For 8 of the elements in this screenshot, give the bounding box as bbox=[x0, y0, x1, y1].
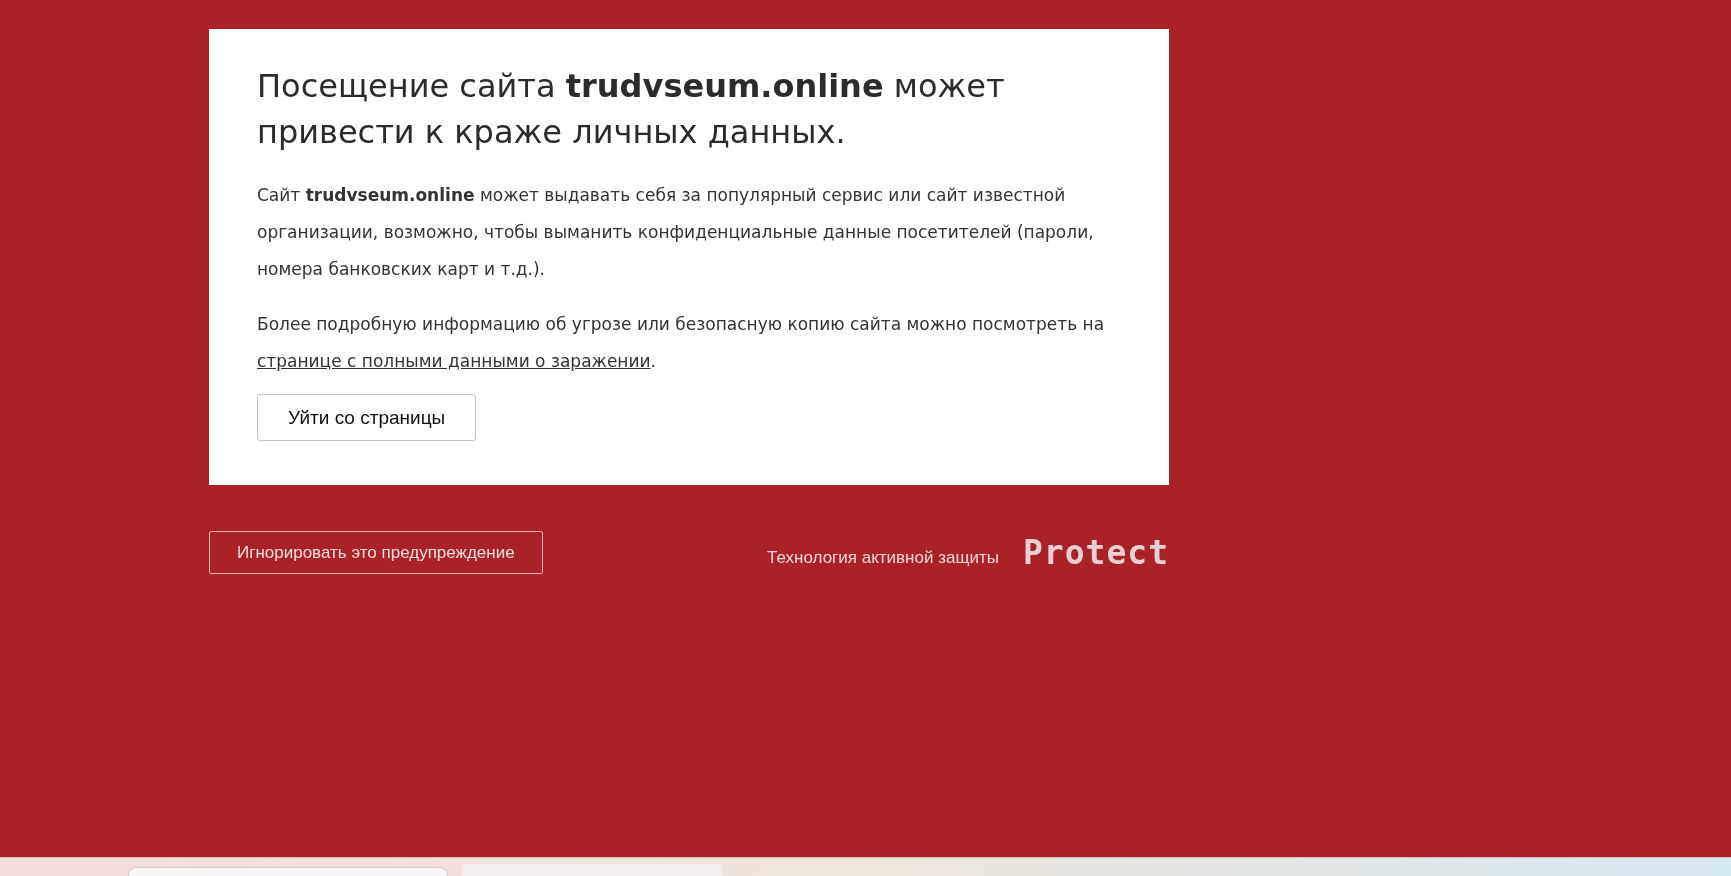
leave-page-button[interactable]: Уйти со страницы bbox=[257, 394, 477, 441]
details-text: Более подробную информацию об угрозе или безопасную копию сайта можно посмотреть на странице с полными данными о заражении. bbox=[257, 313, 1106, 373]
tagline: Технология активной защиты bbox=[767, 546, 999, 568]
infection-details-link[interactable]: странице с полными данными о заражении bbox=[257, 351, 651, 371]
warning-text: Сайт trudvseum.online может выдавать себя за популярный сервис или сайт известной организации, возможно, чтобы выманить конфиденциальные данные посетителей (пароли, номера банковских карт и т.д.). bbox=[257, 184, 1095, 281]
ignore-warning-button[interactable]: Игнорировать это предупреждение bbox=[209, 531, 543, 574]
warning-heading: Посещение сайта trudvseum.online может привести к краже личных данных. bbox=[257, 66, 1006, 153]
protect-logo: Protect bbox=[1022, 533, 1169, 572]
